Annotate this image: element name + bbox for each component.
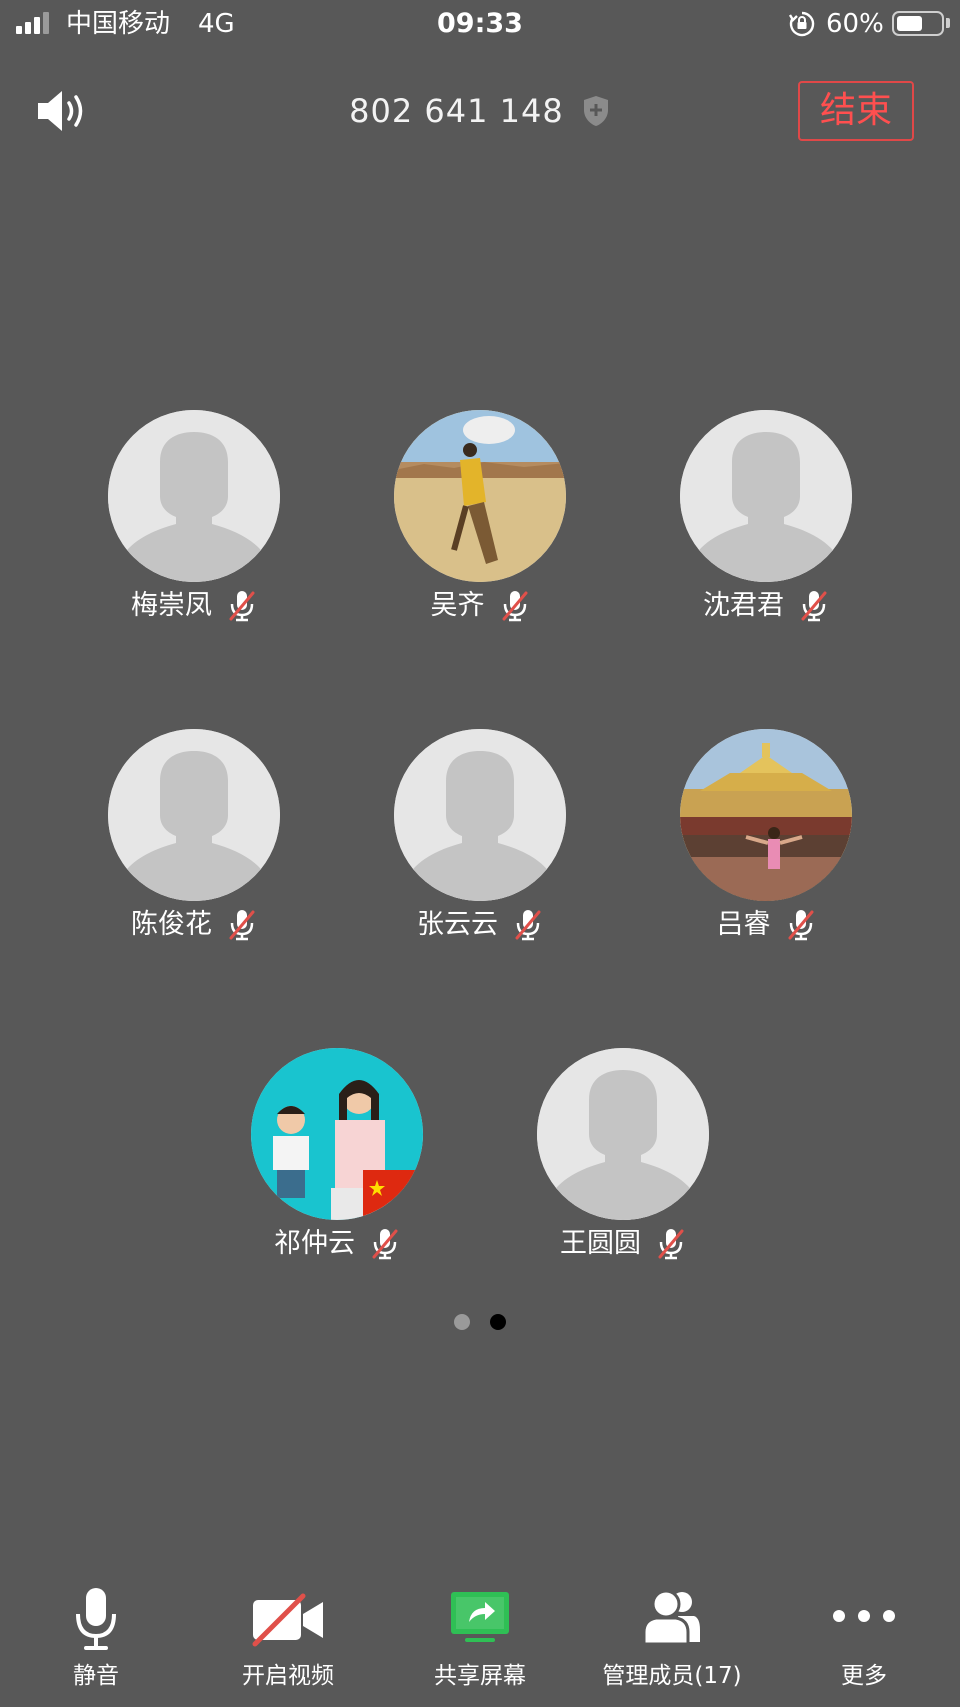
- participant-name: 王圆圆: [559, 1228, 641, 1259]
- more-button[interactable]: 更多: [768, 1580, 960, 1700]
- mic-muted-icon: [658, 1229, 684, 1260]
- default-avatar: [108, 729, 280, 901]
- share-screen-icon: [451, 1592, 509, 1642]
- person-silhouette-icon: [108, 410, 280, 582]
- photo-desert-image: [394, 410, 566, 582]
- bottom-toolbar: 静音 开启视频 共享屏幕 管理成员(17) 更多: [0, 1580, 960, 1707]
- person-silhouette-icon: [680, 410, 852, 582]
- mute-button[interactable]: 静音: [0, 1580, 192, 1700]
- mute-label: 静音: [73, 1663, 119, 1689]
- mic-muted-icon: [515, 910, 541, 941]
- battery-level: [897, 16, 922, 31]
- start-video-button[interactable]: 开启视频: [192, 1580, 384, 1700]
- default-avatar: [537, 1048, 709, 1220]
- default-avatar: [394, 729, 566, 901]
- mic-muted-icon: [229, 591, 255, 622]
- meeting-id: 802 641 148: [349, 92, 564, 130]
- participant-name: 梅崇凤: [130, 590, 212, 621]
- photo-avatar: [680, 729, 852, 901]
- person-silhouette-icon: [394, 729, 566, 901]
- participant-name: 张云云: [416, 909, 498, 940]
- members-icon: [642, 1589, 700, 1646]
- battery-percent: 60%: [826, 9, 884, 39]
- page-dot-active[interactable]: [490, 1314, 506, 1330]
- more-label: 更多: [841, 1663, 887, 1689]
- participant-name: 吴齐: [430, 590, 485, 621]
- participant-name: 陈俊花: [130, 909, 212, 940]
- mic-muted-icon: [788, 910, 814, 941]
- status-bar: 中国移动 4G 09:33 60%: [0, 0, 960, 48]
- battery-tip: [946, 18, 950, 28]
- orientation-lock-icon: [788, 11, 815, 37]
- participant-name: 吕睿: [716, 909, 771, 940]
- mic-muted-icon: [801, 591, 827, 622]
- more-icon: [833, 1610, 895, 1622]
- page-indicator[interactable]: [0, 1314, 960, 1334]
- manage-members-label: 管理成员(17): [602, 1663, 742, 1689]
- share-screen-label: 共享屏幕: [434, 1663, 526, 1689]
- start-video-label: 开启视频: [242, 1663, 334, 1689]
- photo-family-image: [251, 1048, 423, 1220]
- share-screen-button[interactable]: 共享屏幕: [384, 1580, 576, 1700]
- participant-name: 沈君君: [702, 590, 784, 621]
- photo-avatar: [394, 410, 566, 582]
- microphone-icon: [76, 1588, 116, 1650]
- video-off-icon: [252, 1593, 323, 1647]
- mic-muted-icon: [502, 591, 528, 622]
- mic-muted-icon: [229, 910, 255, 941]
- shield-icon[interactable]: [581, 94, 611, 128]
- battery-icon: [892, 11, 944, 36]
- end-meeting-button[interactable]: 结束: [798, 81, 914, 141]
- mic-muted-icon: [372, 1229, 398, 1260]
- photo-temple-image: [680, 729, 852, 901]
- person-silhouette-icon: [108, 729, 280, 901]
- photo-avatar: [251, 1048, 423, 1220]
- status-time: 09:33: [437, 8, 523, 39]
- participant-name: 祁仲云: [273, 1228, 355, 1259]
- default-avatar: [680, 410, 852, 582]
- manage-members-button[interactable]: 管理成员(17): [576, 1580, 768, 1700]
- page-dot[interactable]: [454, 1314, 470, 1330]
- default-avatar: [108, 410, 280, 582]
- person-silhouette-icon: [537, 1048, 709, 1220]
